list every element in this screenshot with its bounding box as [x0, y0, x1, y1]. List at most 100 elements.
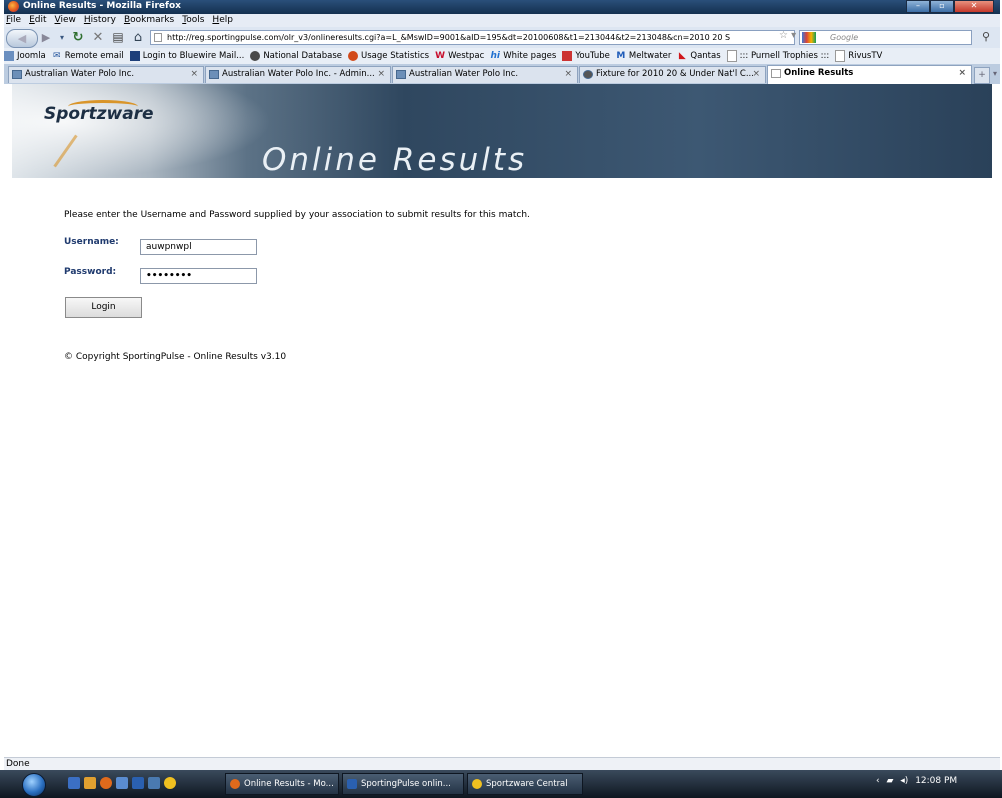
tab-favicon-icon	[583, 70, 593, 79]
tab-close-icon[interactable]: ×	[190, 67, 198, 82]
firefox-icon	[230, 779, 240, 789]
tray-arrow-icon[interactable]: ‹	[876, 776, 880, 786]
calculator-icon[interactable]	[148, 777, 160, 789]
page-icon	[154, 33, 162, 42]
tab-australian-water-polo-admin[interactable]: Australian Water Polo Inc. - Admin... ×	[205, 66, 391, 83]
tab-favicon-icon	[396, 70, 406, 79]
menu-bar: File Edit View History Bookmarks Tools H…	[4, 14, 1000, 27]
print-icon[interactable]: ▤	[110, 29, 126, 46]
minimize-button[interactable]: –	[906, 0, 930, 13]
new-tab-button[interactable]: +	[974, 67, 990, 84]
bookmark-youtube[interactable]: YouTube	[562, 51, 610, 61]
explorer-icon[interactable]	[84, 777, 96, 789]
title-bar: Online Results - Mozilla Firefox – ▫ ✕	[4, 0, 1000, 14]
bookmark-bluewire[interactable]: Login to Bluewire Mail...	[129, 51, 244, 61]
tab-favicon-icon	[209, 70, 219, 79]
menu-help[interactable]: Help	[212, 14, 233, 27]
taskbar-item-sportzware-central[interactable]: Sportzware Central	[467, 773, 583, 795]
menu-bookmarks[interactable]: Bookmarks	[124, 14, 174, 27]
taskbar-item-sportingpulse[interactable]: SportingPulse onlin...	[342, 773, 464, 795]
bookmark-national-database[interactable]: National Database	[250, 51, 342, 61]
home-icon[interactable]: ⌂	[130, 29, 146, 46]
ie-icon[interactable]	[116, 777, 128, 789]
joomla-icon	[4, 51, 14, 61]
bookmark-joomla[interactable]: Joomla	[4, 51, 46, 61]
page-icon	[726, 50, 737, 62]
clock[interactable]: 12:08 PM	[915, 776, 957, 786]
navigation-toolbar: ◀ ▶ ▾ ↻ ✕ ▤ ⌂ http://reg.sportingpulse.c…	[4, 27, 1000, 48]
tab-list-icon[interactable]: ▾	[990, 67, 1000, 82]
window-controls: – ▫ ✕	[906, 0, 994, 13]
password-field[interactable]: ••••••••	[140, 268, 257, 284]
tab-favicon-icon	[12, 70, 22, 79]
back-button[interactable]: ◀	[6, 29, 38, 48]
tab-fixture[interactable]: Fixture for 2010 20 & Under Nat'l C... ×	[579, 66, 766, 83]
maximize-button[interactable]: ▫	[930, 0, 954, 13]
forward-button[interactable]: ▶	[37, 29, 55, 46]
search-input[interactable]: Google	[799, 30, 972, 45]
email-icon: ✉	[52, 51, 61, 61]
tab-close-icon[interactable]: ×	[958, 66, 966, 81]
sportzware-quicklaunch-icon[interactable]	[164, 777, 176, 789]
sportingpulse-icon	[250, 51, 261, 61]
login-button[interactable]: Login	[65, 297, 142, 318]
tab-close-icon[interactable]: ×	[377, 67, 385, 82]
tab-close-icon[interactable]: ×	[752, 67, 760, 82]
stop-icon[interactable]: ✕	[90, 29, 106, 46]
password-label: Password:	[64, 267, 117, 277]
tab-australian-water-polo-2[interactable]: Australian Water Polo Inc. ×	[392, 66, 578, 83]
bookmark-star-icon[interactable]: ☆ ▾	[779, 30, 796, 41]
tab-australian-water-polo-1[interactable]: Australian Water Polo Inc. ×	[8, 66, 204, 83]
search-placeholder: Google	[830, 33, 859, 42]
bookmark-meltwater[interactable]: M Meltwater	[616, 51, 671, 61]
bookmark-white-pages[interactable]: hi White pages	[490, 51, 557, 61]
menu-edit[interactable]: Edit	[29, 14, 46, 27]
banner-title: Online Results	[262, 142, 528, 178]
header-banner: Sportzware Online Results	[12, 84, 992, 178]
tab-online-results[interactable]: Online Results ×	[767, 65, 972, 84]
username-label: Username:	[64, 237, 119, 247]
bookmark-usage-statistics[interactable]: Usage Statistics	[348, 51, 429, 61]
search-engine-icon[interactable]	[802, 32, 816, 43]
username-field[interactable]: auwpnwpl	[140, 239, 257, 255]
westpac-icon: W	[435, 51, 446, 61]
whitepages-icon: hi	[490, 51, 501, 61]
sportzware-icon	[472, 779, 482, 789]
tab-strip: Australian Water Polo Inc. × Australian W…	[4, 64, 1000, 84]
search-icon[interactable]: ⚲	[982, 30, 990, 43]
firefox-quicklaunch-icon[interactable]	[100, 777, 112, 789]
menu-view[interactable]: View	[55, 14, 76, 27]
network-icon[interactable]: ▰	[886, 776, 893, 786]
menu-file[interactable]: File	[6, 14, 21, 27]
window-title: Online Results - Mozilla Firefox	[23, 1, 181, 11]
close-button[interactable]: ✕	[954, 0, 994, 13]
youtube-icon	[562, 51, 573, 61]
menu-history[interactable]: History	[84, 14, 116, 27]
menu-tools[interactable]: Tools	[182, 14, 204, 27]
sportzware-logo: Sportzware	[44, 104, 154, 124]
bookmark-purnell-trophies[interactable]: ::: Purnell Trophies :::	[726, 50, 829, 62]
start-button[interactable]	[22, 773, 46, 797]
app-icon[interactable]	[132, 777, 144, 789]
tab-close-icon[interactable]: ×	[564, 67, 572, 82]
bookmark-remote-email[interactable]: ✉ Remote email	[52, 51, 124, 61]
qantas-icon: ◣	[678, 51, 686, 61]
volume-icon[interactable]: ◂)	[900, 776, 908, 786]
firefox-icon	[8, 1, 19, 12]
show-desktop-icon[interactable]	[68, 777, 80, 789]
system-tray: ‹ ▰ ◂) 12:08 PM	[876, 776, 961, 786]
reload-icon[interactable]: ↻	[70, 29, 86, 46]
bookmark-rivustv[interactable]: RivusTV	[835, 50, 882, 62]
bookmark-qantas[interactable]: ◣ Qantas	[677, 51, 721, 61]
page-icon	[835, 50, 846, 62]
history-dropdown-icon[interactable]: ▾	[58, 29, 66, 46]
taskbar-item-online-results[interactable]: Online Results - Mo...	[225, 773, 339, 795]
bookmarks-toolbar: Joomla ✉ Remote email Login to Bluewire M…	[4, 48, 1000, 64]
copyright-text: © Copyright SportingPulse - Online Resul…	[64, 352, 287, 362]
stats-icon	[348, 51, 359, 61]
bookmark-westpac[interactable]: W Westpac	[435, 51, 484, 61]
status-bar: Done	[4, 757, 1000, 770]
url-text: http://reg.sportingpulse.com/olr_v3/onli…	[167, 33, 731, 42]
address-bar[interactable]: http://reg.sportingpulse.com/olr_v3/onli…	[150, 30, 795, 45]
mail-icon	[129, 51, 140, 61]
